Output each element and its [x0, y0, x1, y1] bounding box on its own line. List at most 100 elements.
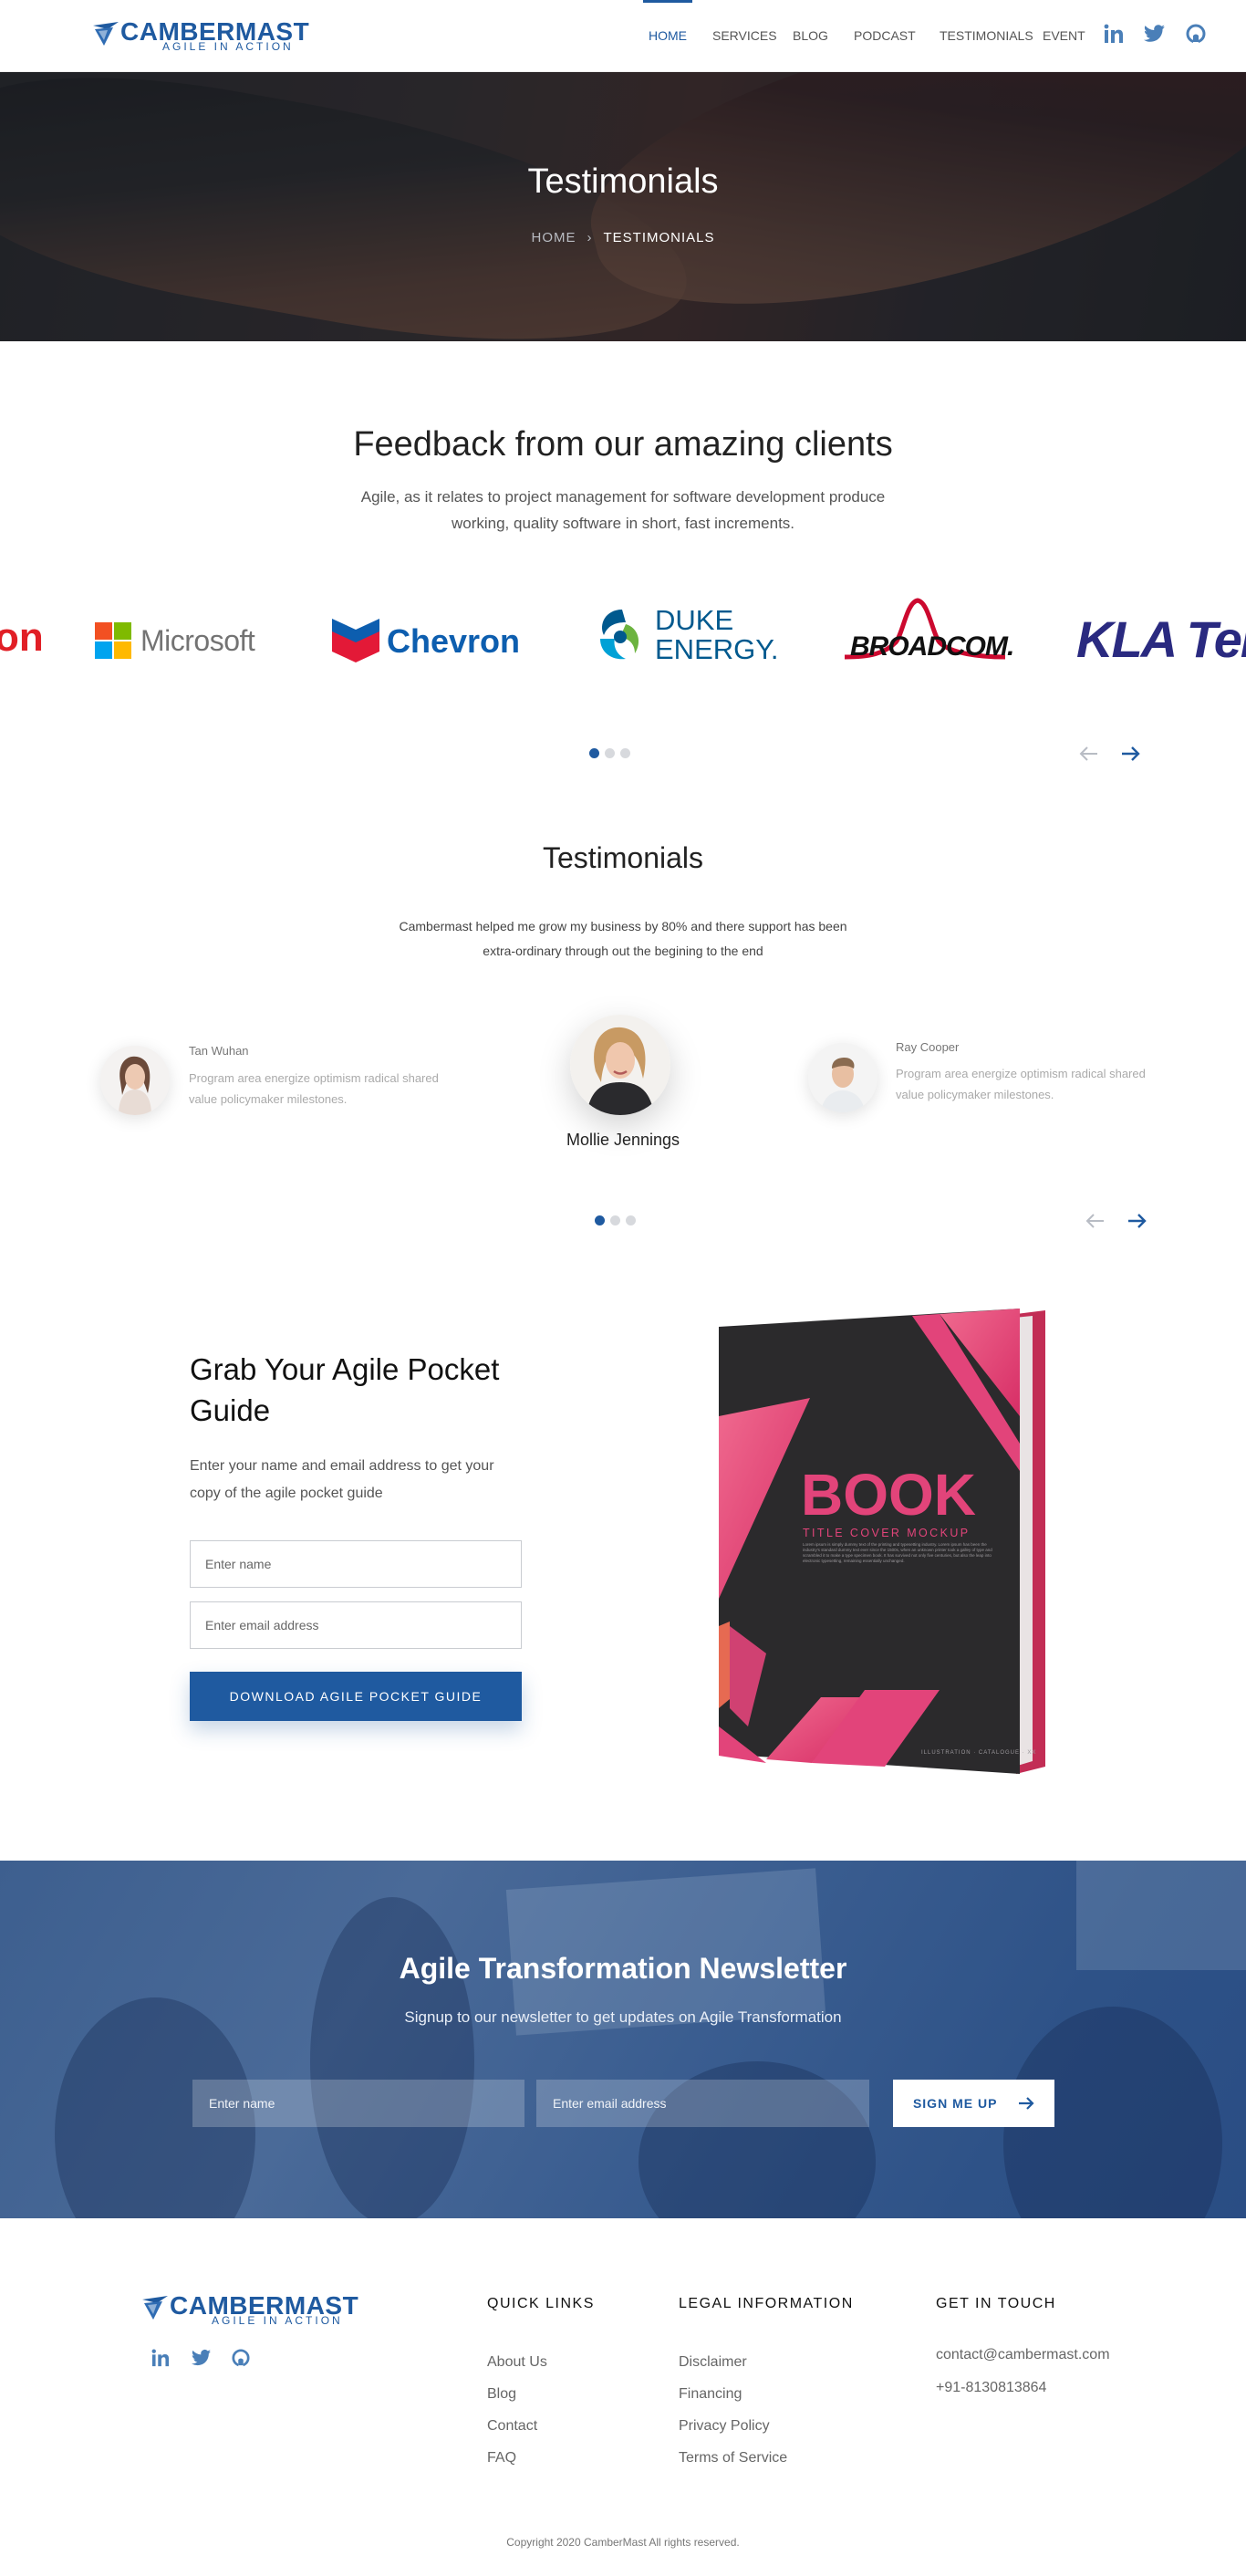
nav-services[interactable]: SERVICES	[712, 0, 777, 71]
testimonial-quote: Cambermast helped me grow my business by…	[399, 919, 847, 958]
nav-testimonials[interactable]: TESTIMONIALS	[940, 0, 1033, 71]
feedback-heading: Feedback from our amazing clients	[353, 425, 893, 464]
client-logo-kla-tencor: KLA Tencor	[1076, 584, 1246, 694]
footer-link-privacy[interactable]: Privacy Policy	[679, 2418, 770, 2435]
twitter-icon[interactable]	[1144, 24, 1166, 46]
footer-link-terms[interactable]: Terms of Service	[679, 2450, 787, 2466]
book-cover-illustration: BOOK TITLE COVER MOCKUP Lorem ipsum is s…	[719, 1309, 1045, 1774]
person-portrait-icon	[570, 1015, 670, 1115]
brand-logo[interactable]: CAMBERMAST AGILE IN ACTION	[93, 18, 312, 55]
client-logo-microsoft: Microsoft	[95, 584, 268, 694]
breadcrumb: HOME › TESTIMONIALS	[0, 230, 1246, 245]
breadcrumb-current: TESTIMONIALS	[603, 230, 715, 245]
microsoft-logo-text: Microsoft	[140, 624, 255, 657]
twitter-icon[interactable]	[192, 2349, 212, 2372]
carousel-dot[interactable]	[626, 1215, 636, 1225]
testimonial-featured-name: Mollie Jennings	[566, 1131, 680, 1149]
hero-overlay	[0, 71, 1246, 341]
newsletter-heading: Agile Transformation Newsletter	[399, 1952, 847, 1985]
avatar-featured	[570, 1015, 670, 1115]
testimonial-author-text: Program area energize optimism radical s…	[896, 1067, 1146, 1101]
footer-quick-links-title: QUICK LINKS	[487, 2296, 595, 2311]
nav-podcast[interactable]: PODCAST	[854, 0, 916, 71]
newsletter-name-input[interactable]	[192, 2080, 524, 2127]
github-icon[interactable]	[232, 2349, 250, 2372]
client-logo-broadcom: BROADCOM.	[843, 584, 1016, 694]
footer-contact-email[interactable]: contact@cambermast.com	[936, 2347, 1110, 2363]
carousel-dot[interactable]	[595, 1215, 605, 1225]
footer-link-about[interactable]: About Us	[487, 2354, 547, 2371]
breadcrumb-separator: ›	[587, 230, 593, 245]
footer-link-disclaimer[interactable]: Disclaimer	[679, 2354, 747, 2371]
chevron-logo-text: Chevron	[387, 622, 521, 660]
site-header: CAMBERMAST AGILE IN ACTION HOME SERVICES…	[0, 0, 1246, 72]
testimonial-author-name: Tan Wuhan	[189, 1044, 249, 1058]
linkedin-icon[interactable]	[1104, 24, 1126, 46]
chevron-logo-icon	[332, 619, 379, 662]
carousel-dot[interactable]	[605, 748, 615, 758]
person-portrait-icon	[100, 1046, 170, 1115]
nav-home[interactable]: HOME	[643, 0, 692, 71]
footer-link-faq[interactable]: FAQ	[487, 2450, 516, 2466]
client-logo-partial-text: on	[0, 615, 44, 660]
carousel-dot[interactable]	[620, 748, 630, 758]
newsletter-signup-label: SIGN ME UP	[912, 2096, 998, 2111]
avatar	[100, 1046, 170, 1115]
client-logo-chevron: Chevron	[332, 584, 533, 694]
book-mockup: BOOK TITLE COVER MOCKUP Lorem ipsum is s…	[711, 1307, 1058, 1786]
book-footer-text: ILLUSTRATION · CATALOGUE · XX	[921, 1750, 1036, 1756]
footer-link-blog[interactable]: Blog	[487, 2386, 516, 2403]
logo-carousel-next-arrow-icon[interactable]	[1120, 744, 1140, 764]
page-hero: Testimonials HOME › TESTIMONIALS	[0, 71, 1246, 341]
nav-event[interactable]: EVENT	[1043, 0, 1085, 71]
newsletter-description: Signup to our newsletter to get updates …	[404, 2008, 842, 2026]
client-logo-carousel: on Microsoft Chevron DUKE ENERGY. BROADC…	[0, 584, 1246, 694]
footer-contact-title: GET IN TOUCH	[936, 2296, 1056, 2311]
duke-energy-logo-line2: ENERGY.	[655, 633, 779, 665]
book-subtitle: TITLE COVER MOCKUP	[803, 1527, 971, 1539]
linkedin-icon[interactable]	[151, 2349, 170, 2372]
footer-brand-tagline: AGILE IN ACTION	[212, 2314, 343, 2327]
newsletter-bg-figure	[310, 1897, 474, 2218]
broadcom-logo-text: BROADCOM.	[850, 631, 1014, 662]
page-title: Testimonials	[527, 162, 719, 201]
copyright-text: Copyright 2020 CamberMast All rights res…	[506, 2536, 740, 2549]
footer-link-contact[interactable]: Contact	[487, 2418, 537, 2435]
testimonial-prev-arrow-icon[interactable]	[1085, 1211, 1106, 1231]
nav-blog[interactable]: BLOG	[793, 0, 828, 71]
microsoft-logo-icon	[95, 622, 131, 659]
newsletter-section: Agile Transformation Newsletter Signup t…	[0, 1861, 1246, 2218]
guide-name-input[interactable]	[190, 1540, 522, 1588]
testimonial-next-arrow-icon[interactable]	[1127, 1211, 1147, 1231]
newsletter-email-input[interactable]	[536, 2080, 869, 2127]
footer-brand-logo[interactable]: CAMBERMAST AGILE IN ACTION	[142, 2292, 361, 2329]
footer-link-financing[interactable]: Financing	[679, 2386, 742, 2403]
pocket-guide-heading: Grab Your Agile Pocket Guide	[190, 1352, 500, 1427]
client-logo-partial: on	[0, 584, 58, 694]
book-title: BOOK	[801, 1462, 976, 1528]
footer-contact-phone[interactable]: +91-8130813864	[936, 2380, 1046, 2396]
testimonial-author-text: Program area energize optimism radical s…	[189, 1071, 439, 1106]
testimonial-author-name: Ray Cooper	[896, 1040, 960, 1054]
carousel-dot[interactable]	[589, 748, 599, 758]
github-icon[interactable]	[1186, 24, 1208, 46]
arrow-right-icon	[1019, 2097, 1034, 2110]
breadcrumb-home[interactable]: HOME	[531, 230, 576, 245]
footer-legal-title: LEGAL INFORMATION	[679, 2296, 854, 2311]
logo-wing-icon	[93, 22, 119, 46]
feedback-description: Agile, as it relates to project manageme…	[360, 488, 886, 532]
download-guide-button[interactable]: DOWNLOAD AGILE POCKET GUIDE	[190, 1672, 522, 1721]
logo-carousel-prev-arrow-icon[interactable]	[1079, 744, 1099, 764]
pocket-guide-description: Enter your name and email address to get…	[190, 1458, 494, 1501]
kla-tencor-logo-text: KLA Tencor	[1076, 610, 1246, 668]
logo-wing-icon	[142, 2296, 168, 2320]
brand-tagline: AGILE IN ACTION	[162, 40, 294, 53]
newsletter-signup-button[interactable]: SIGN ME UP	[893, 2080, 1054, 2127]
duke-energy-logo-icon	[600, 610, 639, 660]
duke-energy-logo-line1: DUKE	[655, 604, 734, 636]
book-body-text: Lorem ipsum is simply dummy text of the …	[803, 1542, 992, 1563]
testimonials-heading: Testimonials	[542, 841, 704, 874]
carousel-dot[interactable]	[610, 1215, 620, 1225]
guide-email-input[interactable]	[190, 1601, 522, 1649]
person-portrait-icon	[808, 1043, 877, 1112]
